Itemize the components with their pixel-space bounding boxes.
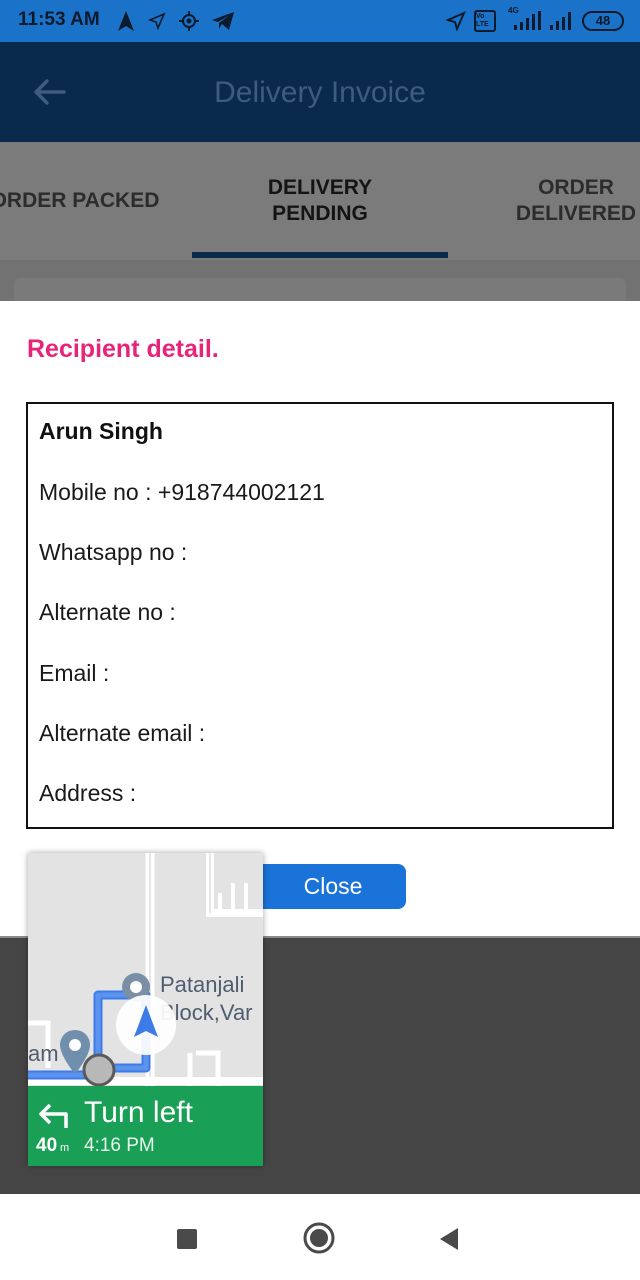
page-title: Delivery Invoice xyxy=(214,76,426,109)
back-triangle-icon[interactable] xyxy=(438,1227,460,1256)
signal-4g-icon: 4G xyxy=(504,6,544,32)
recipient-dialog: Recipient detail. Arun Singh Mobile no :… xyxy=(0,301,640,936)
gps-target-icon xyxy=(178,10,200,32)
signal-icon xyxy=(548,10,574,32)
tab-label: DELIVERY PENDING xyxy=(267,176,373,225)
recents-square-icon[interactable] xyxy=(176,1228,198,1255)
location-outline-icon xyxy=(148,10,166,32)
turn-instruction-card[interactable]: Turn left 40 m 4:16 PM xyxy=(28,1086,263,1166)
tab-label: ORDER PACKED xyxy=(0,189,160,212)
tab-bar: ORDER PACKED DELIVERY PENDING ORDER DELIVE… xyxy=(0,142,640,260)
distance-unit: m xyxy=(60,1142,70,1154)
home-circle-icon[interactable] xyxy=(302,1221,336,1260)
turn-instruction: Turn left xyxy=(84,1096,193,1129)
tab-order-delivered[interactable]: ORDER DELIVERED xyxy=(508,142,640,260)
app-bar: Delivery Invoice xyxy=(0,42,640,142)
recipient-detail-box: Arun Singh Mobile no : +918744002121 Wha… xyxy=(26,402,614,829)
tab-label: ORDER DELIVERED xyxy=(515,176,637,225)
whatsapp-number: Whatsapp no : xyxy=(39,539,188,565)
email: Email : xyxy=(39,660,110,686)
telegram-icon xyxy=(210,10,236,32)
navigation-arrow-icon xyxy=(116,10,136,32)
tab-order-packed[interactable]: ORDER PACKED xyxy=(0,142,192,260)
status-time: 11:53 AM xyxy=(18,9,100,30)
turn-distance: 40 xyxy=(36,1135,58,1156)
network-type-label: 4G xyxy=(508,6,519,15)
map-view[interactable]: Patanjali Block,Var am xyxy=(28,853,263,1087)
system-navigation-bar xyxy=(0,1194,640,1280)
map-navigation-overlay[interactable]: Patanjali Block,Var am Turn left 40 m 4:… xyxy=(28,853,263,1166)
recipient-name: Arun Singh xyxy=(39,418,163,444)
dialog-heading: Recipient detail. xyxy=(27,335,219,363)
tab-indicator xyxy=(192,252,448,258)
address: Address : xyxy=(39,780,137,806)
navigation-arrow-icon xyxy=(114,993,178,1062)
alternate-number: Alternate no : xyxy=(39,599,176,625)
alternate-email: Alternate email : xyxy=(39,720,206,746)
battery-icon: 48 xyxy=(582,11,624,31)
location-icon xyxy=(446,10,466,32)
turn-left-arrow-icon xyxy=(36,1100,70,1130)
tab-delivery-pending[interactable]: DELIVERY PENDING xyxy=(222,142,418,260)
status-bar: 11:53 AM Vo LTE 4G 48 xyxy=(0,0,640,42)
volte-icon: Vo LTE xyxy=(474,10,496,32)
arrival-time: 4:16 PM xyxy=(84,1135,155,1156)
close-button-label: Close xyxy=(303,873,363,899)
map-side-label: am xyxy=(28,1041,59,1066)
mobile-number: Mobile no : +918744002121 xyxy=(39,479,325,505)
